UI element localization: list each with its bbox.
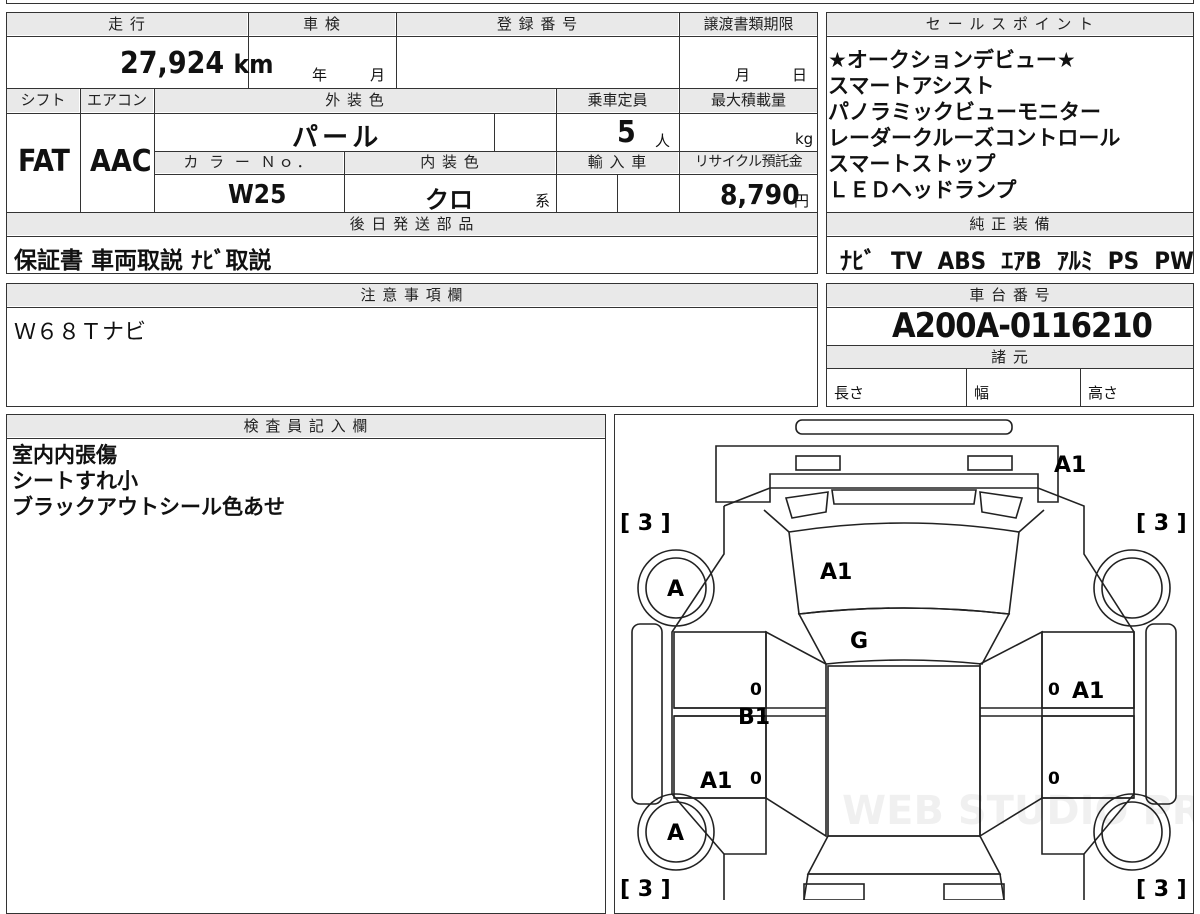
mileage-header: 走 行	[7, 13, 247, 35]
notes-header: 注 意 事 項 欄	[7, 284, 817, 306]
sales-point-item: パノラミックビューモニター	[828, 100, 1101, 124]
interior-header: 内 装 色	[345, 152, 555, 173]
capacity-header: 乗車定員	[557, 89, 678, 112]
tire-mark-front-left: [ 3 ]	[620, 877, 671, 900]
aircon-value: AAC	[90, 144, 152, 179]
maxload-header: 最大積載量	[680, 89, 817, 112]
length-label: 長さ	[834, 384, 865, 402]
zero-mark: 0	[750, 680, 762, 700]
damage-code-right-door: A1	[1072, 679, 1104, 704]
shift-header: シフト	[7, 89, 79, 112]
zero-mark: 0	[1048, 769, 1060, 789]
aircon-header: エアコン	[81, 89, 153, 112]
height-label: 高さ	[1088, 384, 1119, 402]
damage-code-left-rear-door: A1	[700, 769, 732, 794]
zero-marks: 0 0 0 0	[750, 680, 1060, 789]
shipping-value: 保証書 車両取説 ﾅﾋﾞ取説	[14, 248, 272, 274]
exterior-header: 外 装 色	[155, 89, 555, 112]
inspection-header: 車 検	[249, 13, 395, 35]
zero-mark: 0	[750, 769, 762, 789]
recycle-value: 8,790	[720, 178, 800, 211]
color-no-header: カ ラ ー Ｎｏ．	[155, 152, 343, 173]
recycle-header: リサイクル預託金	[680, 152, 817, 173]
deadline-header: 譲渡書類期限	[680, 13, 817, 35]
interior-value: クロ	[425, 186, 473, 214]
deadline-day-unit: 日	[792, 66, 808, 84]
equipment-item: ｱﾙﾐ	[1056, 247, 1093, 275]
vehicle-diagram: [ 3 ] [ 3 ] [ 3 ] [ 3 ] A A A1 A1 G A1 B…	[620, 419, 1194, 900]
spec-header: 諸 元	[827, 346, 1193, 368]
sales-point-item: スマートストップ	[828, 152, 996, 176]
chassis-header: 車 台 番 号	[827, 284, 1193, 306]
interior-suffix: 系	[535, 192, 551, 210]
wheel-mark-front-left: A	[667, 821, 684, 846]
wheel-mark-rear-left: A	[667, 577, 684, 602]
damage-code-rear-bumper: A1	[1054, 453, 1086, 478]
equipment-item: PW	[1154, 247, 1194, 275]
inspector-notes: 室内内張傷 シートすれ小 ブラックアウトシール色あせ	[12, 442, 285, 520]
inspection-year-unit: 年	[312, 66, 328, 84]
top-clipped-strip	[6, 0, 1194, 4]
deadline-month-unit: 月	[735, 66, 751, 84]
tire-mark-front-right: [ 3 ]	[1136, 877, 1187, 900]
sales-point-item: ＬＥＤヘッドランプ	[828, 178, 1017, 202]
sales-point-item: レーダークルーズコントロール	[828, 126, 1121, 150]
equipment-item: ｴｱB	[1001, 247, 1042, 275]
damage-code-left-door: B1	[738, 705, 770, 730]
equipment-item: PS	[1107, 247, 1140, 275]
inspector-note: シートすれ小	[12, 469, 138, 493]
sales-points-header: セ ー ル ス ポ イ ン ト	[827, 13, 1193, 35]
tire-mark-rear-left: [ 3 ]	[620, 511, 671, 536]
width-label: 幅	[974, 384, 990, 402]
inspector-note: ブラックアウトシール色あせ	[12, 495, 285, 519]
zero-mark: 0	[1048, 680, 1060, 700]
damage-code-windshield: G	[850, 629, 868, 654]
shift-value: FAT	[18, 144, 70, 179]
chassis-number: A200A-0116210	[892, 306, 1153, 346]
inspection-month-unit: 月	[370, 66, 386, 84]
mileage-value: 27,924 km	[120, 46, 274, 81]
equipment-item: ﾅﾋﾞ	[840, 247, 876, 275]
recycle-unit: 円	[794, 192, 810, 210]
sales-point-item: ★オークションデビュー★	[828, 48, 1076, 72]
tire-mark-rear-right: [ 3 ]	[1136, 511, 1187, 536]
sales-point-item: スマートアシスト	[828, 74, 995, 98]
watermark: WEB STUDIO PRO	[842, 788, 1194, 834]
color-no-value: W25	[228, 180, 287, 210]
import-header: 輸 入 車	[557, 152, 678, 173]
sales-points-list: ★オークションデビュー★ スマートアシスト パノラミックビューモニター レーダー…	[828, 47, 1120, 203]
capacity-unit: 人	[655, 132, 671, 150]
shipping-header: 後 日 発 送 部 品	[7, 213, 817, 235]
equipment-list: ﾅﾋﾞ TV ABS ｴｱB ｱﾙﾐ PS PW	[840, 241, 1194, 276]
maxload-unit: kg	[795, 130, 814, 148]
damage-code-hood: A1	[820, 560, 852, 585]
equipment-header: 純 正 装 備	[827, 213, 1193, 235]
notes-value: Ｗ６８Ｔナビ	[14, 320, 147, 345]
equipment-item: TV	[891, 247, 923, 275]
equipment-item: ABS	[937, 247, 987, 275]
inspector-note: 室内内張傷	[12, 443, 117, 467]
inspector-header: 検 査 員 記 入 欄	[7, 415, 605, 437]
registration-header: 登 録 番 号	[397, 13, 678, 35]
capacity-value: 5	[617, 115, 636, 150]
exterior-value: パ ー ル	[292, 123, 378, 153]
